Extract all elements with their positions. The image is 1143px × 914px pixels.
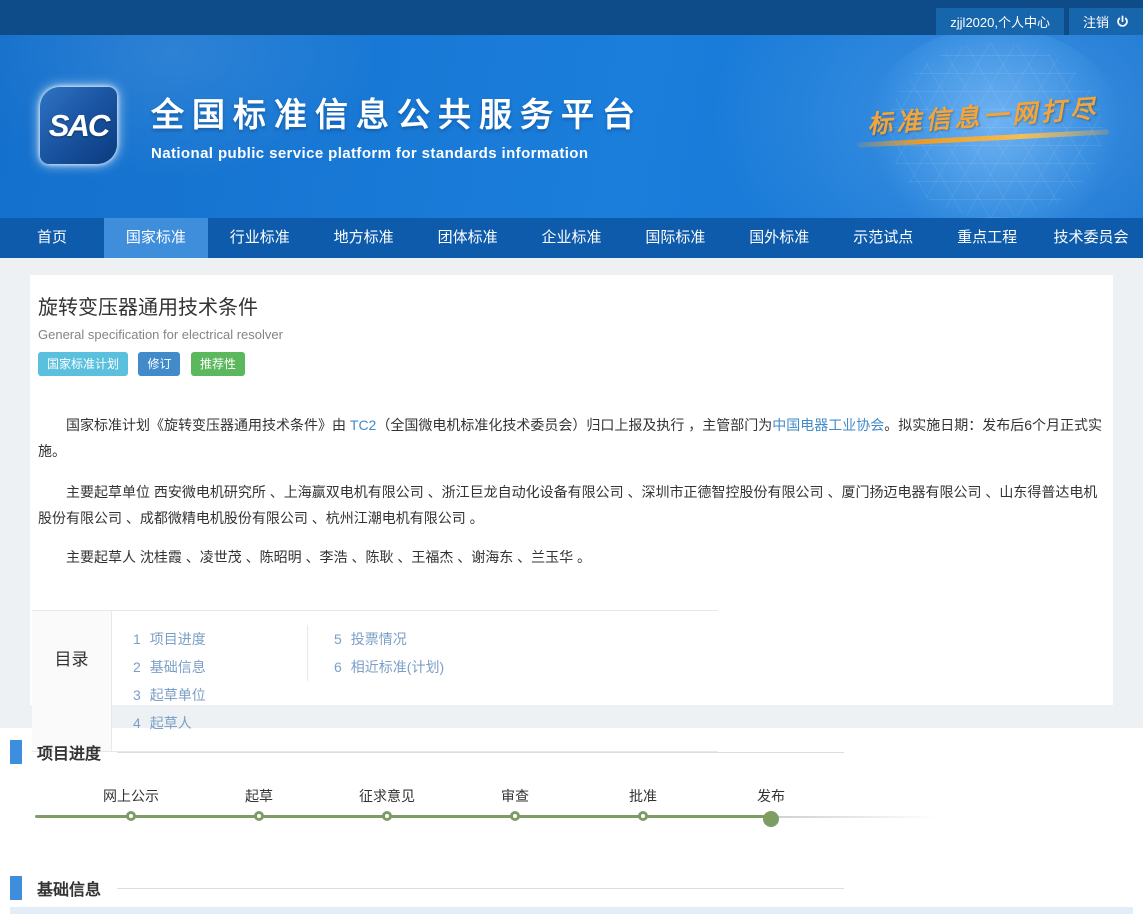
timeline-dot	[638, 811, 648, 821]
timeline-dot-current	[763, 811, 779, 827]
timeline-dot	[254, 811, 264, 821]
standard-title-english: General specification for electrical res…	[38, 327, 1105, 342]
toc-link-basic-info[interactable]: 2基础信息	[133, 653, 307, 681]
standard-summary-card: 旋转变压器通用技术条件 General specification for el…	[30, 275, 1113, 705]
badge-row: 国家标准计划 修订 推荐性	[38, 352, 1105, 376]
nav-item-group-standards[interactable]: 团体标准	[416, 218, 520, 258]
toc-link-drafting-units[interactable]: 3起草单位	[133, 681, 307, 709]
sac-logo[interactable]: SAC	[40, 87, 117, 164]
timeline-dot	[510, 811, 520, 821]
logout-label: 注销	[1083, 12, 1109, 31]
timeline-step-review: 审查	[501, 788, 529, 821]
badge-recommended: 推荐性	[191, 352, 245, 376]
nav-item-enterprise-standards[interactable]: 企业标准	[520, 218, 624, 258]
timeline-step-drafting: 起草	[245, 788, 273, 821]
timeline-step-approval: 批准	[629, 788, 657, 821]
intro-text-middle: （全国微电机标准化技术委员会）归口上报及执行 ，主管部门为	[376, 417, 772, 433]
link-tc2[interactable]: TC2	[350, 417, 376, 433]
sac-logo-text: SAC	[49, 108, 108, 144]
nav-item-technical-committees[interactable]: 技术委员会	[1039, 218, 1143, 258]
toc-link-drafters[interactable]: 4起草人	[133, 709, 307, 737]
section-divider-line	[117, 888, 844, 889]
basic-info-table-top-edge	[10, 907, 1133, 914]
link-electrical-association[interactable]: 中国电器工业协会	[772, 417, 884, 433]
timeline-step-online-publicity: 网上公示	[103, 788, 159, 821]
paragraph-drafters: 主要起草人 沈桂霞 、凌世茂 、陈昭明 、李浩 、陈耿 、王福杰 、谢海东 、兰…	[38, 544, 1105, 570]
site-title: 全国标准信息公共服务平台	[151, 88, 643, 136]
intro-text-before: 国家标准计划《旋转变压器通用技术条件》由	[66, 417, 350, 433]
section-title-basic-info: 基础信息	[37, 876, 101, 900]
timeline-dot	[382, 811, 392, 821]
timeline-step-publication: 发布	[757, 788, 785, 827]
user-account-link[interactable]: zjjl2020,个人中心	[936, 8, 1064, 35]
standard-title: 旋转变压器通用技术条件	[38, 291, 1105, 320]
toc-link-voting[interactable]: 5投票情况	[334, 625, 444, 653]
badge-revision: 修订	[138, 352, 180, 376]
section-header-basic-info: 基础信息	[0, 876, 844, 900]
timeline-dot	[126, 811, 136, 821]
logout-button[interactable]: 注销	[1069, 8, 1143, 35]
site-banner: SAC 全国标准信息公共服务平台 National public service…	[0, 35, 1143, 218]
nav-item-foreign-standards[interactable]: 国外标准	[727, 218, 831, 258]
badge-national-plan: 国家标准计划	[38, 352, 128, 376]
section-title-project-progress: 项目进度	[37, 740, 101, 764]
section-marker-icon	[10, 740, 22, 764]
toc-link-project-progress[interactable]: 1项目进度	[133, 625, 307, 653]
nav-item-local-standards[interactable]: 地方标准	[312, 218, 416, 258]
toc-link-similar-standards[interactable]: 6相近标准(计划)	[334, 653, 444, 681]
nav-item-international-standards[interactable]: 国际标准	[623, 218, 727, 258]
nav-item-industry-standards[interactable]: 行业标准	[208, 218, 312, 258]
power-icon	[1116, 15, 1129, 28]
page: zjjl2020,个人中心 注销 SAC 全国标准信息公共服务平台 Nation…	[0, 0, 1143, 914]
timeline-line-remaining	[772, 816, 937, 818]
nav-item-national-standards[interactable]: 国家标准	[104, 218, 208, 258]
toc-column-2: 5投票情况 6相近标准(计划)	[307, 625, 444, 681]
toc-columns: 1项目进度 2基础信息 3起草单位 4起草人 5投票情况 6相近标准(计划)	[112, 611, 444, 751]
section-header-project-progress: 项目进度	[0, 740, 844, 764]
nav-item-pilot-programs[interactable]: 示范试点	[831, 218, 935, 258]
section-marker-icon	[10, 876, 22, 900]
topbar: zjjl2020,个人中心 注销	[0, 0, 1143, 35]
site-subtitle: National public service platform for sta…	[151, 145, 643, 162]
nav-item-key-projects[interactable]: 重点工程	[935, 218, 1039, 258]
nav-item-home[interactable]: 首页	[0, 218, 104, 258]
timeline-step-soliciting-opinions: 征求意见	[359, 788, 415, 821]
progress-timeline: 网上公示 起草 征求意见 审查 批准 发布	[0, 788, 1143, 834]
toc-column-1: 1项目进度 2基础信息 3起草单位 4起草人	[112, 625, 307, 737]
section-divider-line	[117, 752, 844, 753]
paragraph-intro: 国家标准计划《旋转变压器通用技术条件》由 TC2（全国微电机标准化技术委员会）归…	[38, 412, 1105, 464]
main-nav: 首页 国家标准 行业标准 地方标准 团体标准 企业标准 国际标准 国外标准 示范…	[0, 218, 1143, 258]
table-of-contents: 目录 1项目进度 2基础信息 3起草单位 4起草人 5投票情况 6相近标准(计划…	[32, 610, 718, 752]
brand-block: 全国标准信息公共服务平台 National public service pla…	[151, 88, 643, 162]
paragraph-drafting-units: 主要起草单位 西安微电机研究所 、上海赢双电机有限公司 、浙江巨龙自动化设备有限…	[38, 479, 1105, 531]
toc-label: 目录	[32, 611, 112, 751]
